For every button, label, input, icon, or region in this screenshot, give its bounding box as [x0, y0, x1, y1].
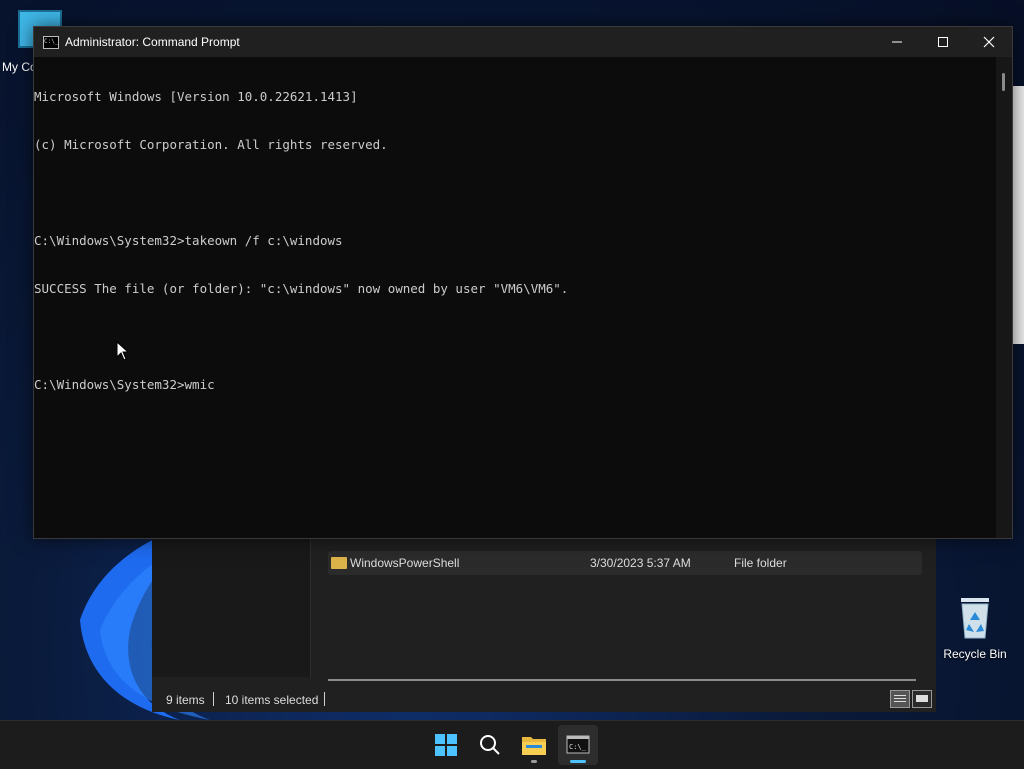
maximize-button[interactable] — [920, 27, 966, 57]
desktop: My Co Recycle Bin WindowsPowerShell 3/30… — [0, 0, 1024, 720]
windows-start-icon — [435, 734, 457, 756]
search-button[interactable] — [470, 725, 510, 765]
file-date: 3/30/2023 5:37 AM — [590, 556, 691, 570]
details-view-button[interactable] — [890, 690, 910, 708]
status-bar: 9 items 10 items selected — [152, 685, 936, 712]
recycle-bin-desktop-icon[interactable]: Recycle Bin — [938, 594, 1012, 661]
file-row-windowspowershell[interactable]: WindowsPowerShell 3/30/2023 5:37 AM File… — [328, 551, 922, 575]
file-explorer-icon — [522, 737, 546, 755]
command-prompt-icon: C:\_ — [43, 36, 59, 49]
pane-divider — [310, 537, 311, 677]
search-icon — [480, 735, 500, 755]
command-prompt-window[interactable]: C:\_ Administrator: Command Prompt Micro… — [33, 26, 1013, 539]
item-count: 9 items — [166, 693, 205, 707]
file-name: WindowsPowerShell — [350, 556, 460, 570]
command-prompt-icon: C:\_ — [566, 735, 590, 754]
recycle-bin-icon — [961, 598, 989, 639]
minimize-icon — [892, 41, 902, 43]
file-explorer-window: WindowsPowerShell 3/30/2023 5:37 AM File… — [152, 537, 936, 712]
running-indicator — [531, 760, 537, 763]
status-separator — [324, 692, 325, 706]
recycle-bin-label: Recycle Bin — [943, 647, 1007, 661]
command-prompt-taskbar-button[interactable]: C:\_ — [558, 725, 598, 765]
minimize-button[interactable] — [874, 27, 920, 57]
selected-count: 10 items selected — [225, 693, 319, 707]
horizontal-scrollbar[interactable] — [328, 679, 916, 681]
navigation-pane[interactable] — [152, 537, 310, 677]
console-line: SUCCESS The file (or folder): "c:\window… — [34, 281, 569, 296]
file-explorer-taskbar-button[interactable] — [514, 725, 554, 765]
file-type: File folder — [734, 556, 787, 570]
title-bar[interactable]: C:\_ Administrator: Command Prompt — [34, 27, 1012, 57]
console-output[interactable]: Microsoft Windows [Version 10.0.22621.14… — [34, 57, 996, 538]
close-icon — [983, 36, 995, 48]
active-indicator — [570, 760, 586, 763]
window-title: Administrator: Command Prompt — [65, 35, 240, 49]
folder-icon — [331, 557, 347, 569]
console-line: C:\Windows\System32>takeown /f c:\window… — [34, 233, 343, 248]
close-button[interactable] — [966, 27, 1012, 57]
console-line: (c) Microsoft Corporation. All rights re… — [34, 137, 388, 152]
maximize-icon — [938, 37, 948, 47]
large-icons-view-button[interactable] — [912, 690, 932, 708]
scrollbar-thumb[interactable] — [1002, 73, 1005, 91]
svg-text:C:\_: C:\_ — [569, 743, 587, 751]
status-separator — [213, 692, 214, 706]
start-button[interactable] — [426, 725, 466, 765]
taskbar: C:\_ — [0, 720, 1024, 769]
console-line: Microsoft Windows [Version 10.0.22621.14… — [34, 89, 358, 104]
console-input-line[interactable]: C:\Windows\System32>wmic — [34, 377, 996, 393]
mouse-cursor-icon — [116, 341, 130, 361]
vertical-scrollbar[interactable] — [996, 57, 1012, 538]
